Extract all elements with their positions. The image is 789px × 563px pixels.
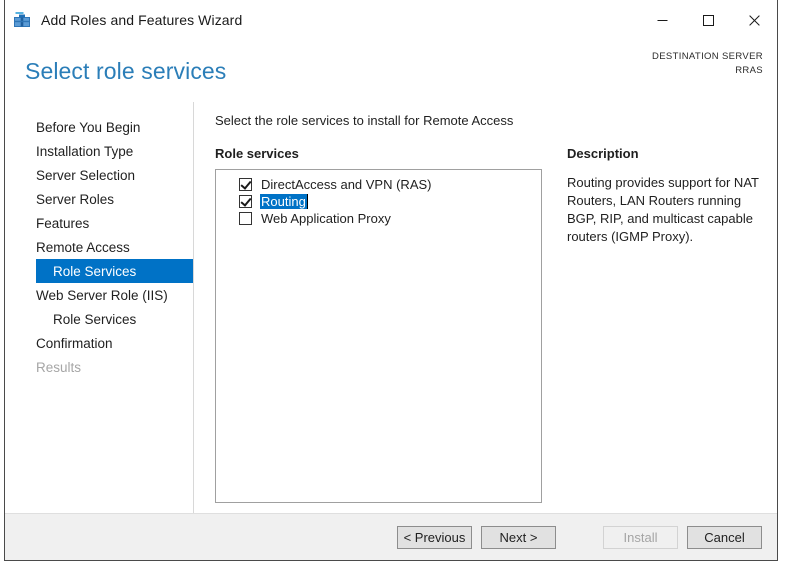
destination-server-label: DESTINATION SERVER xyxy=(652,50,763,64)
sidebar-item-installation-type[interactable]: Installation Type xyxy=(5,139,193,163)
page-title: Select role services xyxy=(25,58,226,85)
role-service-label-web-application-proxy: Web Application Proxy xyxy=(260,211,392,226)
minimize-icon xyxy=(657,15,668,26)
sidebar-item-confirmation[interactable]: Confirmation xyxy=(5,331,193,355)
wizard-step-navigation: Before You Begin Installation Type Serve… xyxy=(5,102,194,513)
close-icon xyxy=(749,15,760,26)
description-panel: Description Routing provides support for… xyxy=(553,102,777,513)
next-button[interactable]: Next > xyxy=(481,526,556,549)
close-button[interactable] xyxy=(731,0,777,40)
role-service-label-routing: Routing xyxy=(260,194,308,209)
destination-server-info: DESTINATION SERVER RRAS xyxy=(652,50,763,78)
description-title: Description xyxy=(567,146,763,161)
sidebar-item-role-services-iis[interactable]: Role Services xyxy=(5,307,193,331)
checkbox-directaccess-vpn[interactable] xyxy=(239,178,252,191)
role-service-label-directaccess-vpn: DirectAccess and VPN (RAS) xyxy=(260,177,433,192)
role-service-row-directaccess-vpn[interactable]: DirectAccess and VPN (RAS) xyxy=(216,176,541,193)
role-services-label: Role services xyxy=(215,146,553,161)
title-bar[interactable]: Add Roles and Features Wizard xyxy=(5,0,777,40)
description-text: Routing provides support for NAT Routers… xyxy=(567,174,763,246)
role-services-listbox[interactable]: DirectAccess and VPN (RAS) Routing Web A… xyxy=(215,169,542,503)
cancel-button[interactable]: Cancel xyxy=(687,526,762,549)
window-title: Add Roles and Features Wizard xyxy=(41,12,242,28)
minimize-button[interactable] xyxy=(639,0,685,40)
sidebar-item-before-you-begin[interactable]: Before You Begin xyxy=(5,115,193,139)
previous-button[interactable]: < Previous xyxy=(397,526,472,549)
sidebar-item-features[interactable]: Features xyxy=(5,211,193,235)
checkbox-web-application-proxy[interactable] xyxy=(239,212,252,225)
sidebar-item-server-roles[interactable]: Server Roles xyxy=(5,187,193,211)
instruction-text: Select the role services to install for … xyxy=(215,113,553,128)
sidebar-item-results: Results xyxy=(5,355,193,379)
maximize-icon xyxy=(703,15,714,26)
wizard-window: Add Roles and Features Wizard xyxy=(4,0,778,561)
page-header: Select role services DESTINATION SERVER … xyxy=(5,40,777,102)
caption-button-group xyxy=(639,0,777,40)
sidebar-item-web-server-role-iis[interactable]: Web Server Role (IIS) xyxy=(5,283,193,307)
install-button: Install xyxy=(603,526,678,549)
main-content: Select the role services to install for … xyxy=(194,102,553,513)
desktop-background: Add Roles and Features Wizard xyxy=(0,0,789,563)
maximize-button[interactable] xyxy=(685,0,731,40)
checkbox-routing[interactable] xyxy=(239,195,252,208)
role-service-row-web-application-proxy[interactable]: Web Application Proxy xyxy=(216,210,541,227)
sidebar-item-remote-access[interactable]: Remote Access xyxy=(5,235,193,259)
role-service-row-routing[interactable]: Routing xyxy=(216,193,541,210)
server-manager-toolbox-icon xyxy=(13,11,31,29)
wizard-footer: < Previous Next > Install Cancel xyxy=(5,513,777,560)
destination-server-value: RRAS xyxy=(652,64,763,78)
sidebar-item-server-selection[interactable]: Server Selection xyxy=(5,163,193,187)
sidebar-item-role-services-remote-access[interactable]: Role Services xyxy=(36,259,193,283)
wizard-body: Before You Begin Installation Type Serve… xyxy=(5,102,777,513)
